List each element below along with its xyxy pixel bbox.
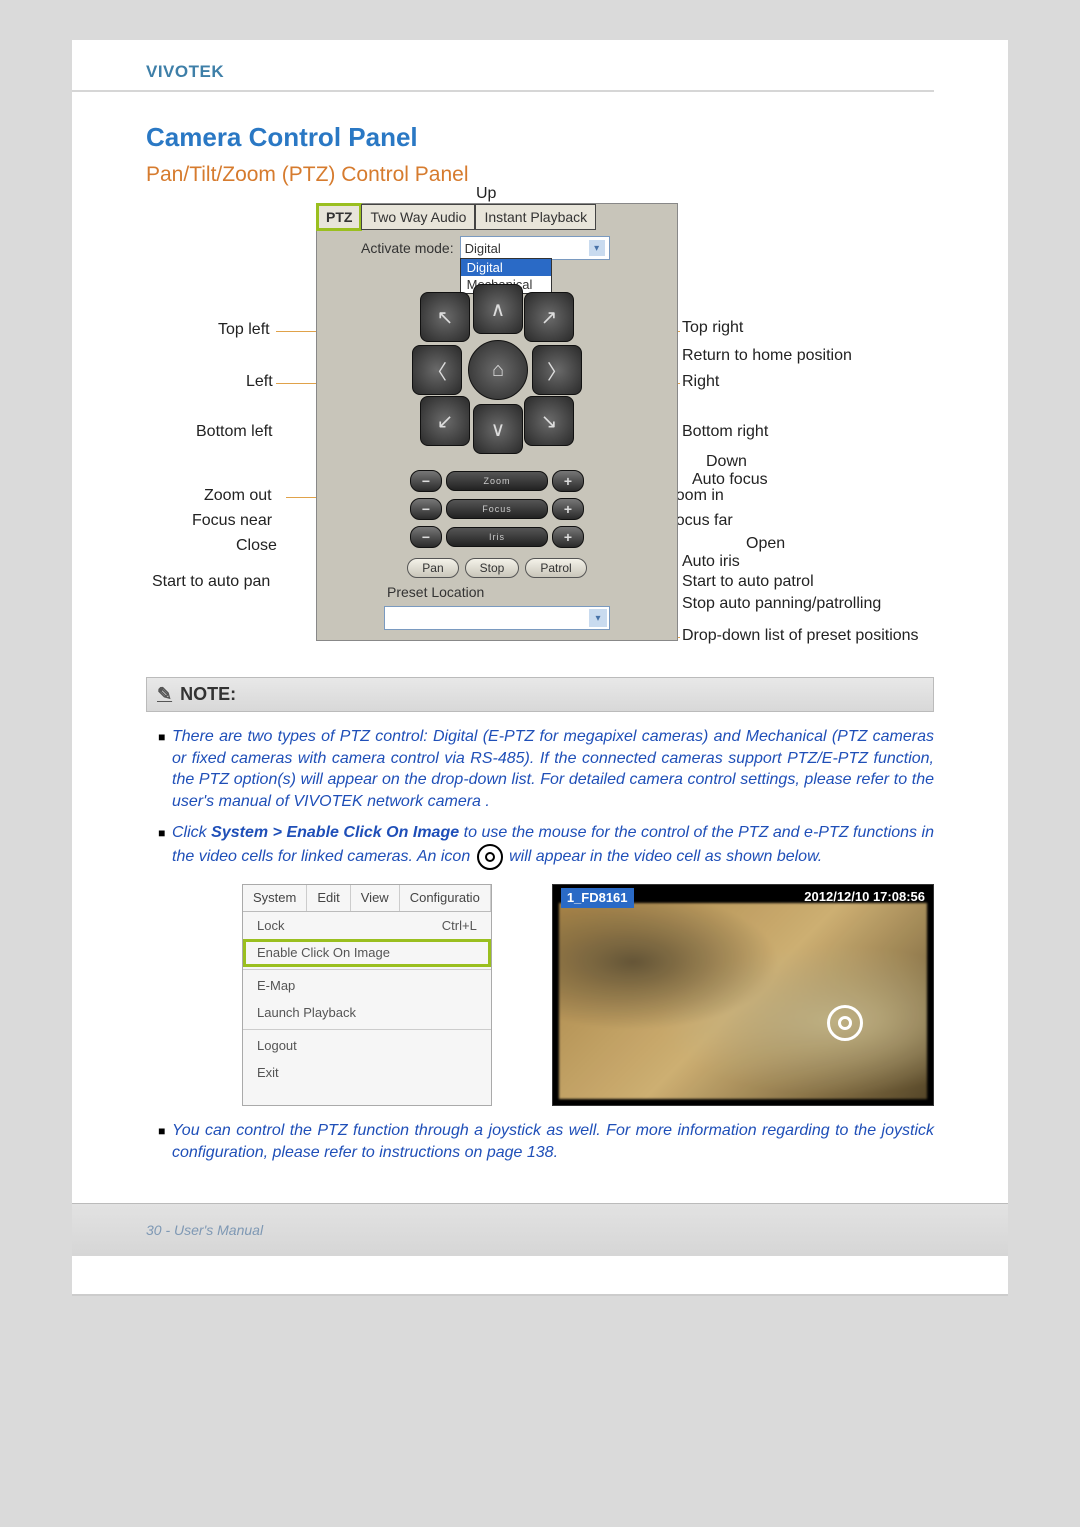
target-icon [477, 844, 503, 870]
tab-instant-playback[interactable]: Instant Playback [475, 204, 596, 230]
note-list: There are two types of PTZ control: Digi… [146, 726, 934, 1163]
tab-ptz[interactable]: PTZ [317, 204, 361, 230]
callout-left: Left [246, 373, 273, 391]
callout-open: Open [746, 535, 785, 553]
callout-right: Right [682, 373, 719, 391]
menu-tab-system[interactable]: System [243, 885, 307, 911]
menu-tab-view[interactable]: View [351, 885, 400, 911]
stop-button[interactable]: Stop [465, 558, 520, 578]
dpad: ↖ ∧ ↗ 〈 ⌂ 〉 ↙ ∨ ↘ [412, 284, 582, 454]
menu-separator [243, 969, 491, 970]
page-title: Camera Control Panel [146, 122, 934, 153]
menu-item-launch-playback[interactable]: Launch Playback [243, 999, 491, 1027]
target-icon [827, 1005, 863, 1041]
dpad-home[interactable]: ⌂ [468, 340, 528, 400]
callout-auto-iris: Auto iris [682, 553, 740, 571]
zoom-out-button[interactable]: − [410, 470, 442, 492]
chevron-down-icon: ▾ [589, 609, 607, 627]
dpad-left[interactable]: 〈 [412, 345, 462, 395]
zoom-track[interactable]: Zoom [446, 471, 548, 491]
focus-near-button[interactable]: − [410, 498, 442, 520]
focus-slider-row: − Focus + [317, 498, 677, 520]
menu-item-enable-click[interactable]: Enable Click On Image [243, 939, 491, 967]
preset-label: Preset Location [317, 584, 677, 600]
section-title: Pan/Tilt/Zoom (PTZ) Control Panel [146, 163, 934, 187]
iris-slider-row: − Iris + [317, 526, 677, 548]
note-item-1: There are two types of PTZ control: Digi… [172, 726, 934, 812]
preset-dropdown[interactable]: ▾ [384, 606, 610, 630]
zoom-in-button[interactable]: + [552, 470, 584, 492]
callout-auto-pan: Start to auto pan [152, 573, 270, 591]
camera-cell-screenshot: 1_FD8161 2012/12/10 17:08:56 [552, 884, 934, 1106]
camera-name: 1_FD8161 [561, 888, 634, 908]
dpad-right[interactable]: 〉 [532, 345, 582, 395]
dpad-bottom-right[interactable]: ↘ [524, 396, 574, 446]
note-heading: NOTE: [180, 684, 236, 705]
callout-return-home: Return to home position [682, 347, 852, 365]
dpad-bottom-left[interactable]: ↙ [420, 396, 470, 446]
menu-item-exit[interactable]: Exit [243, 1059, 491, 1087]
callout-focus-near: Focus near [192, 512, 272, 530]
zoom-slider-row: − Zoom + [317, 470, 677, 492]
focus-track[interactable]: Focus [446, 499, 548, 519]
callout-zoom-out: Zoom out [204, 487, 272, 505]
dpad-up[interactable]: ∧ [473, 284, 523, 334]
pencil-icon: ✎ [157, 684, 172, 705]
menu-separator [243, 1029, 491, 1030]
callout-bottom-left: Bottom left [196, 423, 272, 441]
page-header-brand: VIVOTEK [72, 40, 1008, 90]
chevron-down-icon: ▾ [589, 240, 605, 256]
callout-preset-dd: Drop-down list of preset positions [682, 627, 919, 645]
callout-close: Close [236, 537, 277, 555]
page-footer: 30 - User's Manual [72, 1203, 1008, 1256]
mode-select[interactable]: Digital ▾ Digital Mechanical [460, 236, 610, 260]
iris-close-button[interactable]: − [410, 526, 442, 548]
callout-top-right: Top right [682, 319, 743, 337]
note-heading-bar: ✎ NOTE: [146, 677, 934, 712]
callout-stop-auto: Stop auto panning/patrolling [682, 595, 881, 613]
callout-top-left: Top left [218, 321, 270, 339]
callout-up: Up [476, 185, 496, 203]
page: VIVOTEK Camera Control Panel Pan/Tilt/Zo… [72, 40, 1008, 1296]
header-divider [72, 90, 934, 92]
system-menu-screenshot: System Edit View Configuratio Lock Ctrl+… [242, 884, 492, 1106]
iris-open-button[interactable]: + [552, 526, 584, 548]
callout-down: Down [706, 453, 747, 471]
note-item-2: Click System > Enable Click On Image to … [172, 822, 934, 1106]
patrol-button[interactable]: Patrol [525, 558, 586, 578]
menu-tab-edit[interactable]: Edit [307, 885, 350, 911]
mode-option-digital[interactable]: Digital [461, 259, 551, 276]
pan-button[interactable]: Pan [407, 558, 458, 578]
tab-two-way-audio[interactable]: Two Way Audio [361, 204, 475, 230]
menu-item-emap[interactable]: E-Map [243, 972, 491, 1000]
menu-item-lock[interactable]: Lock Ctrl+L [243, 912, 491, 940]
content: Camera Control Panel Pan/Tilt/Zoom (PTZ)… [72, 92, 1008, 1163]
focus-far-button[interactable]: + [552, 498, 584, 520]
iris-track[interactable]: Iris [446, 527, 548, 547]
mode-label: Activate mode: [361, 240, 454, 256]
ptz-tabs: PTZ Two Way Audio Instant Playback [317, 204, 677, 230]
mode-selected: Digital [465, 241, 501, 256]
ptz-panel: PTZ Two Way Audio Instant Playback Activ… [316, 203, 678, 641]
camera-image [559, 903, 927, 1099]
camera-timestamp: 2012/12/10 17:08:56 [804, 888, 925, 908]
callout-bottom-right: Bottom right [682, 423, 768, 441]
note-item-3: You can control the PTZ function through… [172, 1120, 934, 1163]
menu-tab-config[interactable]: Configuratio [400, 885, 491, 911]
dpad-top-right[interactable]: ↗ [524, 292, 574, 342]
dpad-top-left[interactable]: ↖ [420, 292, 470, 342]
dpad-down[interactable]: ∨ [473, 404, 523, 454]
ptz-diagram: Up Top left Left Bottom left Zoom out Fo… [146, 191, 946, 671]
callout-auto-patrol: Start to auto patrol [682, 573, 814, 591]
menu-item-logout[interactable]: Logout [243, 1032, 491, 1060]
screenshot-row: System Edit View Configuratio Lock Ctrl+… [242, 884, 934, 1106]
